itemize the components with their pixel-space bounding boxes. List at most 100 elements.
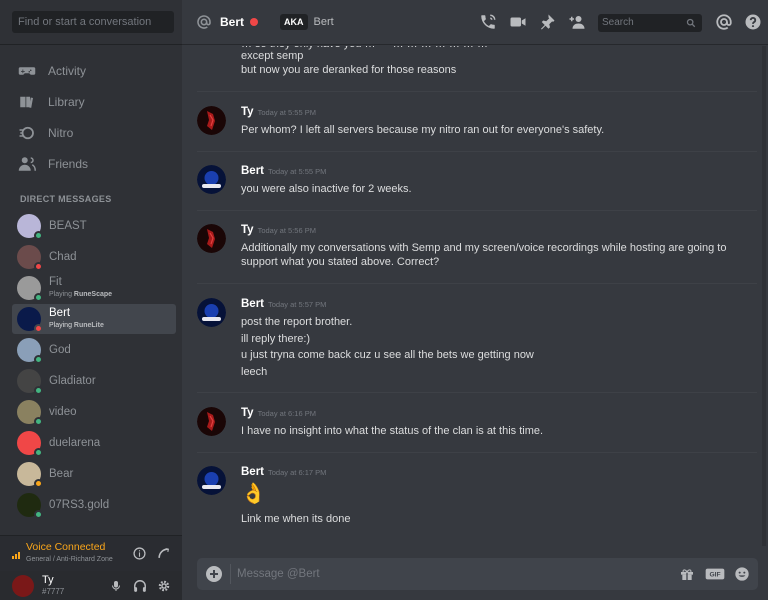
nitro-icon xyxy=(19,126,34,140)
bert-avatar[interactable] xyxy=(197,466,226,495)
aka-name: Bert xyxy=(313,16,334,28)
message-composer: GIF xyxy=(197,558,758,590)
ty-avatar[interactable] xyxy=(197,407,226,436)
avatar xyxy=(17,462,43,488)
message-line: ill reply there:) xyxy=(241,333,311,345)
dm-activity: Playing RuneScape xyxy=(49,290,113,298)
dm-item-chad[interactable]: Chad xyxy=(12,242,176,272)
ty-avatar[interactable] xyxy=(197,224,226,253)
status-online-indicator xyxy=(34,293,43,302)
gamepad-icon xyxy=(18,67,36,75)
message-divider xyxy=(197,91,757,92)
current-user-name: Ty xyxy=(42,573,54,586)
dm-item-fit[interactable]: Fit Playing RuneScape xyxy=(12,273,176,303)
dm-name: 07RS3.gold xyxy=(49,499,110,511)
dm-item-bert[interactable]: Bert Playing RuneLite xyxy=(12,304,176,334)
help-icon[interactable] xyxy=(744,13,762,31)
dm-name: Fit xyxy=(49,275,62,288)
at-sign-icon xyxy=(197,15,211,29)
nav-nitro[interactable]: Nitro xyxy=(10,119,176,147)
message-line: you were also inactive for 2 weeks. xyxy=(241,183,412,195)
settings-gear-icon[interactable] xyxy=(157,579,171,593)
user-avatar[interactable] xyxy=(12,574,34,597)
direct-messages-header: DIRECT MESSAGES xyxy=(20,194,112,204)
message-divider xyxy=(197,452,757,453)
dm-name: Chad xyxy=(49,251,77,263)
dm-search-input[interactable]: Find or start a conversation xyxy=(12,11,174,33)
dm-name: Gladiator xyxy=(49,375,96,387)
upload-plus-icon[interactable] xyxy=(206,566,222,582)
message-line: support what you stated above. Correct? xyxy=(241,256,440,268)
mention-icon[interactable] xyxy=(715,13,733,31)
nav-library[interactable]: Library xyxy=(10,88,176,116)
message-author[interactable]: Ty xyxy=(241,224,254,236)
dm-activity: Playing RuneLite xyxy=(49,321,104,329)
dm-item-bear[interactable]: Bear xyxy=(12,459,176,489)
voice-channel-name: General / Anti-Richard Zone xyxy=(26,556,113,563)
status-online-indicator xyxy=(34,231,43,240)
message-author[interactable]: Ty xyxy=(241,407,254,419)
disconnect-icon[interactable] xyxy=(157,547,170,560)
channel-header: Bert AKA Bert Search xyxy=(182,0,768,45)
message-line: I have no insight into what the status o… xyxy=(241,425,544,437)
header-search-input[interactable]: Search xyxy=(598,14,702,32)
voice-connected-panel: Voice Connected General / Anti-Richard Z… xyxy=(0,535,182,571)
composer-divider xyxy=(230,564,231,584)
message-scrollbar[interactable] xyxy=(762,46,766,546)
status-online-indicator xyxy=(34,448,43,457)
message-input[interactable] xyxy=(237,566,637,582)
bert-avatar[interactable] xyxy=(197,165,226,194)
dm-name: video xyxy=(49,406,77,418)
svg-text:GIF: GIF xyxy=(709,572,720,579)
avatar xyxy=(17,369,43,395)
dm-search-wrap: Find or start a conversation xyxy=(0,0,182,45)
gift-icon[interactable] xyxy=(679,566,695,582)
avatar xyxy=(17,431,43,457)
message-author[interactable]: Ty xyxy=(241,106,254,118)
recipient-name: Bert xyxy=(220,15,245,29)
dm-item-gladiator[interactable]: Gladiator xyxy=(12,366,176,396)
message-author[interactable]: Bert xyxy=(241,298,264,310)
dm-item-god[interactable]: God xyxy=(12,335,176,365)
dm-item-07rs3gold[interactable]: 07RS3.gold xyxy=(12,490,176,520)
status-online-indicator xyxy=(34,510,43,519)
nav-label: Activity xyxy=(48,64,87,78)
message-divider xyxy=(197,283,757,284)
current-user-tag: #7777 xyxy=(42,586,65,596)
message-timestamp: Today at 6:16 PM xyxy=(257,409,316,418)
gif-icon[interactable]: GIF xyxy=(705,566,725,582)
ok-hand-emoji[interactable]: 👌 xyxy=(241,482,266,506)
voice-status-title[interactable]: Voice Connected xyxy=(26,542,113,553)
library-icon xyxy=(20,96,33,108)
nav-friends[interactable]: Friends xyxy=(10,150,176,178)
status-dnd-indicator xyxy=(34,324,43,333)
microphone-icon[interactable] xyxy=(110,579,122,593)
message-timestamp: Today at 6:17 PM xyxy=(268,468,327,477)
message-list: … so they only have you … — … … … … … … … xyxy=(182,46,768,551)
dm-item-beast[interactable]: BEAST xyxy=(12,211,176,241)
avatar xyxy=(17,276,43,302)
call-icon[interactable] xyxy=(479,13,497,31)
pin-icon[interactable] xyxy=(538,13,556,31)
info-icon[interactable] xyxy=(133,547,146,560)
avatar xyxy=(17,214,43,240)
headphones-icon[interactable] xyxy=(133,579,147,593)
bert-avatar[interactable] xyxy=(197,298,226,327)
aka-badge: AKA xyxy=(280,14,308,30)
message-line: except semp xyxy=(241,50,304,62)
message-line: Additionally my conversations with Semp … xyxy=(241,242,727,254)
message-author[interactable]: Bert xyxy=(241,165,264,177)
nav-activity[interactable]: Activity xyxy=(10,57,176,85)
message-author[interactable]: Bert xyxy=(241,466,264,478)
message-timestamp: Today at 5:56 PM xyxy=(257,226,316,235)
status-dnd-indicator xyxy=(34,262,43,271)
add-member-icon[interactable] xyxy=(568,13,586,31)
status-online-indicator xyxy=(34,355,43,364)
ty-avatar[interactable] xyxy=(197,106,226,135)
dm-item-duelarena[interactable]: duelarena xyxy=(12,428,176,458)
avatar xyxy=(17,245,43,271)
emoji-picker-icon[interactable] xyxy=(734,566,750,582)
video-icon[interactable] xyxy=(509,13,527,31)
friends-icon xyxy=(18,157,36,171)
dm-item-video[interactable]: video xyxy=(12,397,176,427)
